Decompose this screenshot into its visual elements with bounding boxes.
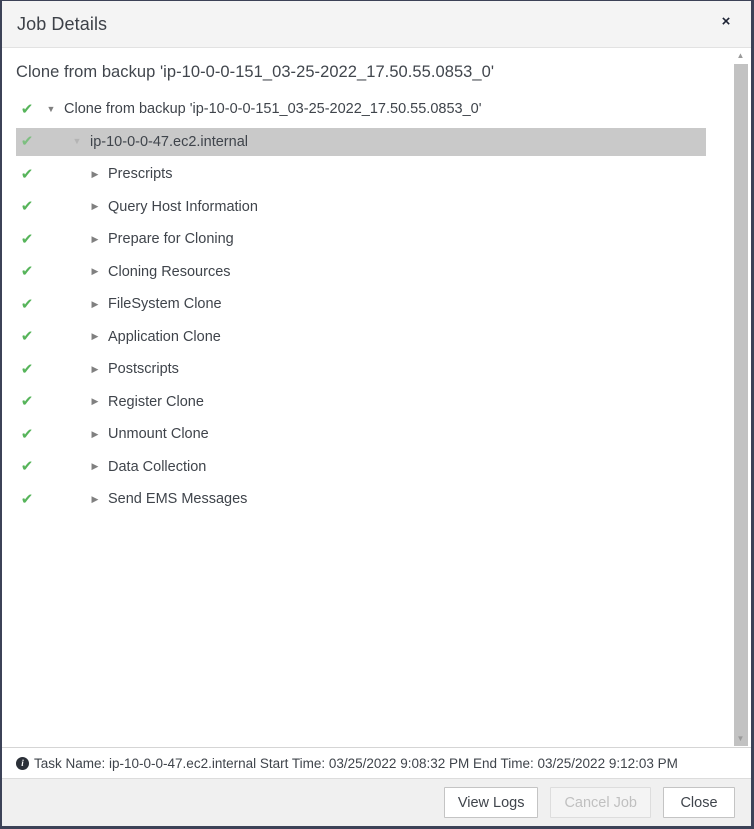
job-subtitle: Clone from backup 'ip-10-0-0-151_03-25-2… <box>16 63 495 81</box>
dialog-titlebar: Job Details × <box>2 1 751 48</box>
caret-right-icon[interactable]: ▶ <box>88 202 102 211</box>
tree-node-label: Postscripts <box>108 361 179 378</box>
view-logs-button[interactable]: View Logs <box>443 787 539 818</box>
check-icon: ✔ <box>20 393 34 411</box>
caret-down-icon[interactable]: ▼ <box>44 104 58 114</box>
caret-right-icon[interactable]: ▶ <box>88 462 102 471</box>
tree-node-label: Query Host Information <box>108 198 258 215</box>
tree-node-label: Prepare for Cloning <box>108 231 234 248</box>
tree-row[interactable]: ✔ ▶ Send EMS Messages <box>2 483 730 516</box>
tree-row[interactable]: ✔ ▶ Register Clone <box>2 386 730 419</box>
task-info-text: Task Name: ip-10-0-0-47.ec2.internal Sta… <box>34 755 678 771</box>
tree-node-label: Prescripts <box>108 166 173 183</box>
check-icon: ✔ <box>20 295 34 313</box>
tree-node-label: FileSystem Clone <box>108 296 222 313</box>
scroll-up-arrow-icon[interactable]: ▲ <box>730 48 751 64</box>
check-icon: ✔ <box>20 490 34 508</box>
caret-right-icon[interactable]: ▶ <box>88 397 102 406</box>
check-icon: ✔ <box>20 165 34 183</box>
check-icon: ✔ <box>20 230 34 248</box>
job-details-content: Clone from backup 'ip-10-0-0-151_03-25-2… <box>2 48 730 747</box>
tree-node-label: Application Clone <box>108 328 221 345</box>
tree-node-label: Data Collection <box>108 458 207 475</box>
task-info-bar: i Task Name: ip-10-0-0-47.ec2.internal S… <box>2 747 751 778</box>
tree-node-label: Unmount Clone <box>108 426 209 443</box>
tree-node-label: Send EMS Messages <box>108 491 248 508</box>
tree-row[interactable]: ✔ ▶ Data Collection <box>2 451 730 484</box>
tree-row[interactable]: ✔ ▶ Prepare for Cloning <box>2 223 730 256</box>
check-icon: ✔ <box>20 360 34 378</box>
caret-right-icon[interactable]: ▶ <box>88 267 102 276</box>
tree-row[interactable]: ✔ ▶ Postscripts <box>2 353 730 386</box>
tree-row[interactable]: ✔ ▼ Clone from backup 'ip-10-0-0-151_03-25… <box>2 93 730 126</box>
tree-row[interactable]: ✔ ▶ Cloning Resources <box>2 256 730 289</box>
scroll-down-arrow-icon[interactable]: ▼ <box>730 731 751 747</box>
caret-right-icon[interactable]: ▶ <box>88 234 102 244</box>
tree-node-label: Register Clone <box>108 393 204 410</box>
close-icon[interactable]: × <box>717 13 735 31</box>
caret-right-icon[interactable]: ▶ <box>88 169 102 179</box>
tree-row[interactable]: ✔ ▶ Prescripts <box>2 158 730 191</box>
tree-row[interactable]: ✔ ▶ Application Clone <box>2 321 730 354</box>
tree-row[interactable]: ✔ ▶ Unmount Clone <box>2 418 730 451</box>
job-details-dialog: Job Details × Clone from backup 'ip-10-0… <box>0 0 754 829</box>
close-button[interactable]: Close <box>663 787 735 818</box>
check-icon: ✔ <box>20 328 34 346</box>
check-icon: ✔ <box>20 133 34 151</box>
dialog-body: Clone from backup 'ip-10-0-0-151_03-25-2… <box>2 48 751 747</box>
check-icon: ✔ <box>20 198 34 216</box>
info-icon: i <box>16 756 29 770</box>
check-icon: ✔ <box>20 425 34 443</box>
dialog-title: Job Details <box>17 13 108 34</box>
job-task-tree: ✔ ▼ Clone from backup 'ip-10-0-0-151_03-25… <box>2 93 730 516</box>
caret-right-icon[interactable]: ▶ <box>88 299 102 309</box>
tree-row[interactable]: ✔ ▼ ip-10-0-0-47.ec2.internal <box>2 126 730 159</box>
caret-right-icon[interactable]: ▶ <box>88 494 102 504</box>
caret-down-icon[interactable]: ▼ <box>70 137 84 146</box>
tree-node-label: Cloning Resources <box>108 263 231 280</box>
tree-row[interactable]: ✔ ▶ Query Host Information <box>2 191 730 224</box>
check-icon: ✔ <box>20 263 34 281</box>
tree-node-label: ip-10-0-0-47.ec2.internal <box>90 133 248 150</box>
tree-row[interactable]: ✔ ▶ FileSystem Clone <box>2 288 730 321</box>
caret-right-icon[interactable]: ▶ <box>88 429 102 439</box>
caret-right-icon[interactable]: ▶ <box>88 332 102 341</box>
vertical-scrollbar[interactable]: ▲ ▼ <box>729 48 751 747</box>
dialog-button-bar: View Logs Cancel Job Close <box>2 778 751 826</box>
tree-node-label: Clone from backup 'ip-10-0-0-151_03-25-2… <box>64 101 482 118</box>
check-icon: ✔ <box>20 458 34 476</box>
caret-right-icon[interactable]: ▶ <box>88 364 102 374</box>
cancel-job-button: Cancel Job <box>550 787 651 818</box>
check-icon: ✔ <box>20 100 34 118</box>
scrollbar-thumb[interactable] <box>734 64 748 746</box>
